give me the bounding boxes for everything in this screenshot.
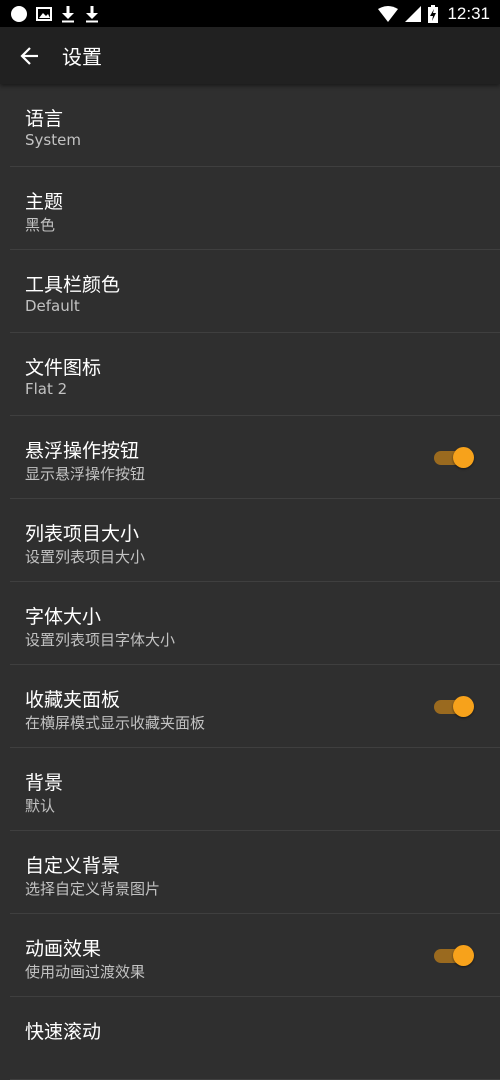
fab-toggle-switch[interactable] [434,447,474,469]
setting-summary: 默认 [25,797,56,815]
setting-title: 收藏夹面板 [25,689,121,711]
status-time: 12:31 [447,3,490,23]
setting-summary: Flat 2 [25,380,68,398]
setting-language[interactable]: 语言 System [0,84,500,167]
toggle-thumb [453,945,474,966]
setting-title: 背景 [25,772,64,794]
setting-summary: System [25,131,81,149]
toggle-thumb [453,696,474,717]
setting-summary: 在横屏模式显示收藏夹面板 [25,714,206,732]
setting-title: 动画效果 [25,938,102,960]
setting-summary: 黑色 [25,216,56,234]
toggle-thumb [453,447,474,468]
animation-toggle-switch[interactable] [434,945,474,967]
setting-fast-scroll[interactable]: 快速滚动 [0,997,500,1080]
battery-icon [428,4,439,23]
setting-title: 语言 [25,108,64,130]
setting-summary: 设置列表项目字体大小 [25,631,176,649]
status-bar: 12:31 [0,0,500,27]
download-icon [86,5,98,22]
setting-theme[interactable]: 主题 黑色 [0,167,500,250]
favorites-toggle-switch[interactable] [434,696,474,718]
setting-font-size[interactable]: 字体大小 设置列表项目字体大小 [0,582,500,665]
setting-title: 字体大小 [25,606,102,628]
setting-background[interactable]: 背景 默认 [0,748,500,831]
setting-title: 列表项目大小 [25,523,140,545]
signal-icon [405,5,422,22]
setting-summary: 设置列表项目大小 [25,548,146,566]
download-icon [62,5,74,22]
setting-title: 文件图标 [25,357,102,379]
image-icon [36,6,52,21]
status-bar-system: 12:31 [378,4,490,24]
setting-favorites-panel[interactable]: 收藏夹面板 在横屏模式显示收藏夹面板 [0,665,500,748]
notification-dot-icon [11,5,27,22]
arrow-left-icon [20,46,38,65]
settings-list: 语言 System 主题 黑色 工具栏颜色 Default 文件图标 Flat … [0,84,500,1080]
setting-file-icons[interactable]: 文件图标 Flat 2 [0,333,500,416]
setting-summary: 使用动画过渡效果 [25,963,146,981]
back-button[interactable] [0,27,60,84]
setting-floating-action-button[interactable]: 悬浮操作按钮 显示悬浮操作按钮 [0,416,500,499]
app-bar: 设置 [0,27,500,84]
status-bar-notifications [10,5,100,23]
setting-summary: 显示悬浮操作按钮 [25,465,146,483]
setting-title: 自定义背景 [25,855,121,877]
setting-title: 快速滚动 [25,1021,102,1043]
setting-title: 工具栏颜色 [25,274,121,296]
setting-custom-background[interactable]: 自定义背景 选择自定义背景图片 [0,831,500,914]
setting-toolbar-color[interactable]: 工具栏颜色 Default [0,250,500,333]
setting-list-item-size[interactable]: 列表项目大小 设置列表项目大小 [0,499,500,582]
setting-summary: 选择自定义背景图片 [25,880,161,898]
wifi-icon [378,5,399,22]
setting-summary: Default [25,297,80,315]
page-title: 设置 [62,45,102,69]
setting-animation-effects[interactable]: 动画效果 使用动画过渡效果 [0,914,500,997]
setting-title: 悬浮操作按钮 [25,440,140,462]
setting-title: 主题 [25,191,64,213]
